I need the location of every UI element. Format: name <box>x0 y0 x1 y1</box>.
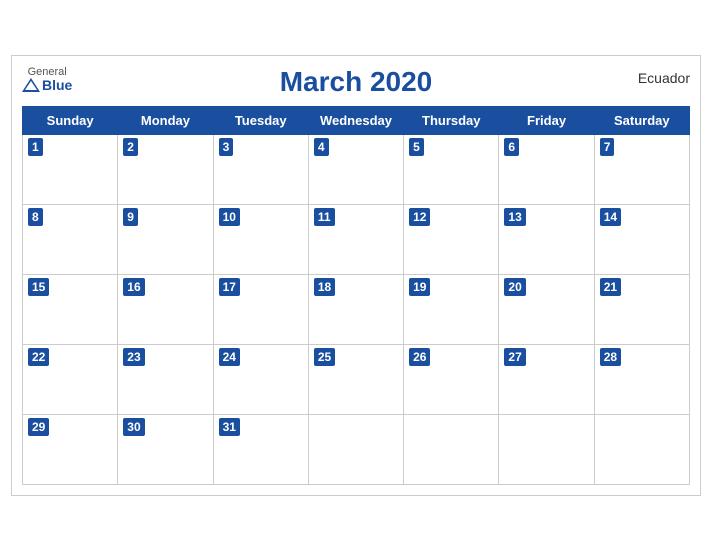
day-number: 9 <box>123 208 138 227</box>
country-label: Ecuador <box>638 70 690 86</box>
calendar-cell: 19 <box>404 274 499 344</box>
weekday-header-monday: Monday <box>118 106 213 134</box>
day-number: 21 <box>600 278 621 297</box>
weekday-header-thursday: Thursday <box>404 106 499 134</box>
weekday-header-sunday: Sunday <box>23 106 118 134</box>
logo-general-text: General <box>28 66 67 78</box>
day-number: 14 <box>600 208 621 227</box>
calendar-cell: 8 <box>23 204 118 274</box>
day-number: 7 <box>600 138 615 157</box>
weekday-header-tuesday: Tuesday <box>213 106 308 134</box>
calendar-cell: 23 <box>118 344 213 414</box>
day-number: 31 <box>219 418 240 437</box>
day-number: 6 <box>504 138 519 157</box>
calendar-cell <box>499 414 594 484</box>
calendar-cell: 15 <box>23 274 118 344</box>
day-number: 4 <box>314 138 329 157</box>
day-number: 16 <box>123 278 144 297</box>
calendar-cell: 5 <box>404 134 499 204</box>
day-number: 20 <box>504 278 525 297</box>
calendar-cell <box>404 414 499 484</box>
weekday-header-row: SundayMondayTuesdayWednesdayThursdayFrid… <box>23 106 690 134</box>
calendar-container: General Blue March 2020 Ecuador SundayMo… <box>11 55 701 496</box>
logo-area: General Blue <box>22 66 72 93</box>
calendar-cell: 9 <box>118 204 213 274</box>
calendar-header: General Blue March 2020 Ecuador <box>22 66 690 98</box>
calendar-cell: 27 <box>499 344 594 414</box>
calendar-cell: 2 <box>118 134 213 204</box>
calendar-cell: 13 <box>499 204 594 274</box>
day-number: 13 <box>504 208 525 227</box>
calendar-cell: 1 <box>23 134 118 204</box>
week-row-3: 15 16 17 18 19 20 21 <box>23 274 690 344</box>
calendar-cell: 20 <box>499 274 594 344</box>
day-number: 26 <box>409 348 430 367</box>
calendar-cell: 24 <box>213 344 308 414</box>
calendar-cell: 12 <box>404 204 499 274</box>
day-number: 5 <box>409 138 424 157</box>
calendar-cell: 26 <box>404 344 499 414</box>
week-row-2: 8 9 10 11 12 13 14 <box>23 204 690 274</box>
day-number: 30 <box>123 418 144 437</box>
calendar-cell: 17 <box>213 274 308 344</box>
calendar-cell: 25 <box>308 344 403 414</box>
day-number: 8 <box>28 208 43 227</box>
day-number: 24 <box>219 348 240 367</box>
day-number: 3 <box>219 138 234 157</box>
week-row-5: 29 30 31 <box>23 414 690 484</box>
day-number: 12 <box>409 208 430 227</box>
week-row-1: 1 2 3 4 5 6 7 <box>23 134 690 204</box>
calendar-cell: 31 <box>213 414 308 484</box>
day-number: 22 <box>28 348 49 367</box>
calendar-cell: 16 <box>118 274 213 344</box>
day-number: 2 <box>123 138 138 157</box>
day-number: 1 <box>28 138 43 157</box>
calendar-cell: 11 <box>308 204 403 274</box>
weekday-header-saturday: Saturday <box>594 106 689 134</box>
day-number: 15 <box>28 278 49 297</box>
day-number: 17 <box>219 278 240 297</box>
calendar-cell: 21 <box>594 274 689 344</box>
day-number: 11 <box>314 208 335 227</box>
calendar-cell: 3 <box>213 134 308 204</box>
day-number: 23 <box>123 348 144 367</box>
calendar-cell <box>594 414 689 484</box>
calendar-cell: 14 <box>594 204 689 274</box>
calendar-cell: 10 <box>213 204 308 274</box>
calendar-grid: SundayMondayTuesdayWednesdayThursdayFrid… <box>22 106 690 485</box>
calendar-cell: 6 <box>499 134 594 204</box>
day-number: 27 <box>504 348 525 367</box>
weekday-header-friday: Friday <box>499 106 594 134</box>
day-number: 18 <box>314 278 335 297</box>
day-number: 29 <box>28 418 49 437</box>
logo-icon <box>22 78 40 92</box>
week-row-4: 22 23 24 25 26 27 28 <box>23 344 690 414</box>
calendar-cell <box>308 414 403 484</box>
month-title: March 2020 <box>280 66 433 98</box>
day-number: 25 <box>314 348 335 367</box>
day-number: 28 <box>600 348 621 367</box>
calendar-cell: 18 <box>308 274 403 344</box>
logo-blue-text: Blue <box>42 78 72 93</box>
calendar-cell: 4 <box>308 134 403 204</box>
day-number: 10 <box>219 208 240 227</box>
weekday-header-wednesday: Wednesday <box>308 106 403 134</box>
calendar-cell: 29 <box>23 414 118 484</box>
calendar-cell: 28 <box>594 344 689 414</box>
calendar-cell: 30 <box>118 414 213 484</box>
day-number: 19 <box>409 278 430 297</box>
calendar-cell: 7 <box>594 134 689 204</box>
calendar-cell: 22 <box>23 344 118 414</box>
